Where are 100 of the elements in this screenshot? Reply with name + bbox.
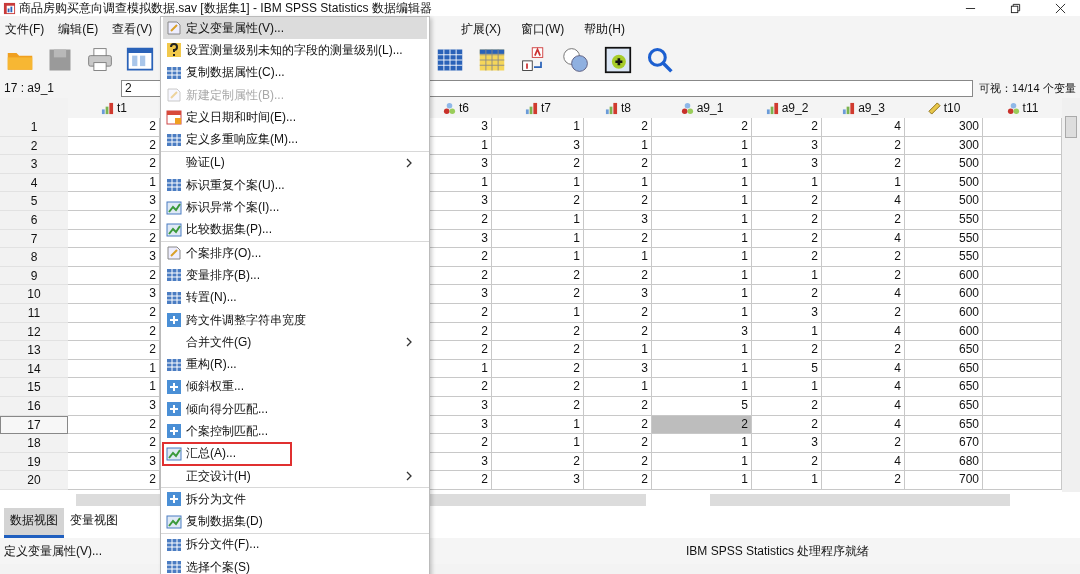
table-cell: 2 <box>584 471 652 490</box>
table-cell: 1 <box>822 173 905 193</box>
table-cell: 550 <box>905 210 983 230</box>
table-cell: 5 <box>652 396 752 416</box>
table-cell: 2 <box>492 396 584 416</box>
table-cell: 2 <box>752 192 822 211</box>
table-cell: 4 <box>822 322 905 342</box>
table-cell: 1 <box>584 248 652 267</box>
table-cell: 600 <box>905 322 983 342</box>
table-cell: 2 <box>822 471 905 490</box>
table-cell: 2 <box>822 266 905 286</box>
table-cell: 650 <box>905 359 983 379</box>
table-cell: 1 <box>652 266 752 286</box>
table-cell: 1 <box>652 173 752 193</box>
table-cell: 2 <box>492 322 584 342</box>
table-cell: 4 <box>822 229 905 249</box>
table-cell: 5 <box>752 359 822 379</box>
table-cell: 1 <box>652 229 752 249</box>
table-cell: 2 <box>492 192 584 211</box>
table-cell: 1 <box>652 434 752 453</box>
table-cell: 1 <box>492 173 584 193</box>
table-cell: 1 <box>752 378 822 397</box>
table-cell: 2 <box>752 118 822 137</box>
table-cell: 4 <box>822 396 905 416</box>
table-cell: 1 <box>752 471 822 490</box>
table-cell: 2 <box>822 303 905 323</box>
table-cell: 1 <box>584 378 652 397</box>
table-cell: 500 <box>905 155 983 174</box>
table-cell: 1 <box>652 210 752 230</box>
table-cell: 550 <box>905 229 983 249</box>
table-cell: 1 <box>492 303 584 323</box>
table-cell: 3 <box>652 322 752 342</box>
table-cell: 1 <box>652 155 752 174</box>
table-cell: 4 <box>822 415 905 435</box>
table-cell: 4 <box>822 378 905 397</box>
table-cell: 1 <box>492 118 584 137</box>
table-cell: 1 <box>652 136 752 156</box>
table-cell: 600 <box>905 303 983 323</box>
table-cell: 2 <box>584 322 652 342</box>
cell-reference: 17 : a9_1 <box>4 81 56 95</box>
table-cell: 600 <box>905 266 983 286</box>
table-cell: 2 <box>822 434 905 453</box>
table-cell: 3 <box>584 210 652 230</box>
table-cell: 1 <box>652 303 752 323</box>
table-cell: 2 <box>752 248 822 267</box>
table-cell: 1 <box>652 341 752 360</box>
table-cell: 1 <box>492 210 584 230</box>
table-cell: 2 <box>492 452 584 472</box>
table-cell: 3 <box>752 136 822 156</box>
table-cell: 1 <box>492 229 584 249</box>
table-cell: 4 <box>822 118 905 137</box>
table-cell: 3 <box>584 285 652 304</box>
table-cell: 1 <box>752 322 822 342</box>
table-cell: 650 <box>905 341 983 360</box>
table-cell: 600 <box>905 285 983 304</box>
table-cell: 300 <box>905 118 983 137</box>
visible-variables-count: 可视：14/14 个变量 <box>979 80 1076 96</box>
table-cell: 2 <box>752 285 822 304</box>
table-cell: 2 <box>492 359 584 379</box>
table-cell: 2 <box>752 229 822 249</box>
table-cell: 1 <box>652 452 752 472</box>
table-cell: 4 <box>822 359 905 379</box>
table-cell: 1 <box>492 248 584 267</box>
table-cell: 650 <box>905 415 983 435</box>
processor-status: IBM SPSS Statistics 处理程序就绪 <box>686 542 870 560</box>
table-cell: 1 <box>652 359 752 379</box>
table-cell: 2 <box>584 192 652 211</box>
table-cell: 1 <box>584 341 652 360</box>
table-cell: 2 <box>584 396 652 416</box>
table-cell: 3 <box>752 155 822 174</box>
table-cell: 4 <box>822 285 905 304</box>
table-cell: 2 <box>584 434 652 453</box>
table-cell: 2 <box>492 155 584 174</box>
table-cell: 1 <box>652 471 752 490</box>
table-cell: 1 <box>652 248 752 267</box>
window-title: 商品房购买意向调查模拟数据.sav [数据集1] - IBM SPSS Statistics 数据编辑器 <box>19 1 432 15</box>
table-cell: 1 <box>584 173 652 193</box>
table-cell: 2 <box>584 266 652 286</box>
table-cell: 2 <box>822 136 905 156</box>
table-cell: 1 <box>752 173 822 193</box>
table-cell: 1 <box>492 434 584 453</box>
table-cell: 1 <box>652 378 752 397</box>
table-cell: 3 <box>492 136 584 156</box>
table-cell: 2 <box>752 210 822 230</box>
table-cell: 3 <box>752 434 822 453</box>
table-cell: 2 <box>492 285 584 304</box>
table-cell: 2 <box>752 452 822 472</box>
table-cell: 500 <box>905 173 983 193</box>
table-cell: 2 <box>752 396 822 416</box>
table-cell: 2 <box>822 341 905 360</box>
table-cell: 700 <box>905 471 983 490</box>
table-cell: 4 <box>822 452 905 472</box>
table-cell: 2 <box>752 341 822 360</box>
table-cell: 2 <box>822 210 905 230</box>
table-cell: 650 <box>905 396 983 416</box>
table-cell: 1 <box>492 415 584 435</box>
table-cell: 2 <box>652 118 752 137</box>
table-cell: 670 <box>905 434 983 453</box>
table-cell: 2 <box>752 415 822 435</box>
table-cell: 650 <box>905 378 983 397</box>
